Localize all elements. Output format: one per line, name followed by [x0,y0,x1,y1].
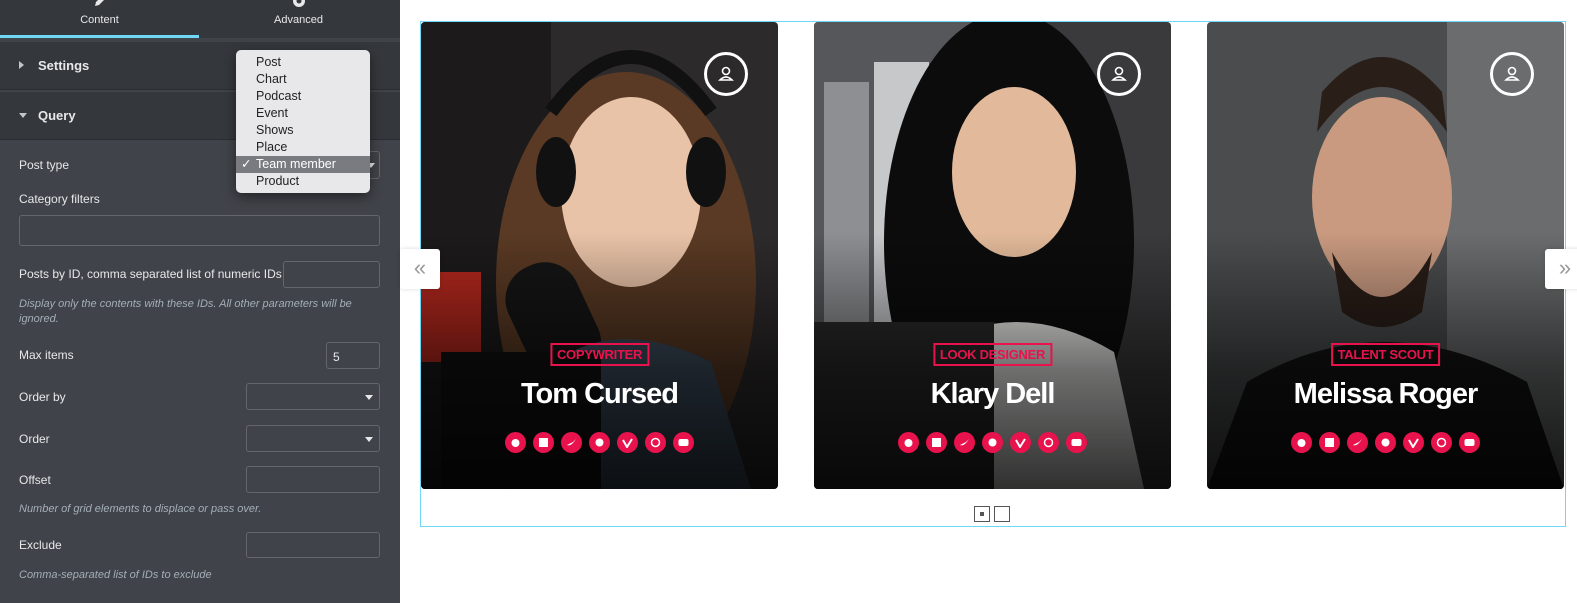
post-type-option-product[interactable]: Product [236,173,370,190]
twitter-icon[interactable] [1347,432,1368,453]
facebook-icon[interactable] [1319,432,1340,453]
panel-tabs: Content Advanced [0,0,400,38]
team-role-badge: LOOK DESIGNER [932,343,1053,366]
post-type-option-team-member[interactable]: ✓ Team member [236,156,370,173]
user-icon [1504,66,1520,81]
pencil-icon [94,0,104,6]
checkmark-icon: ✓ [241,157,252,171]
apple-icon[interactable] [505,432,526,453]
tab-content[interactable]: Content [0,0,199,38]
post-type-option-post[interactable]: Post [236,54,370,71]
user-icon [1111,66,1127,81]
team-card[interactable]: TALENT SCOUT Melissa Roger [1207,22,1564,489]
apple-icon[interactable] [898,432,919,453]
post-type-label: Post type [19,158,70,172]
team-card[interactable]: COPYWRITER Tom Cursed [421,22,778,489]
offset-label: Offset [19,473,51,487]
order-select[interactable] [246,425,380,452]
twitter-icon[interactable] [954,432,975,453]
post-type-dropdown-menu: Post Chart Podcast Event Shows Place ✓ T… [236,50,370,193]
pinterest-icon[interactable] [1375,432,1396,453]
category-filters-label: Category filters [19,192,100,206]
vimeo-icon[interactable] [1403,432,1424,453]
carousel-next-button[interactable]: » [1545,249,1577,289]
vimeo-icon[interactable] [617,432,638,453]
twitter-icon[interactable] [561,432,582,453]
tab-advanced-label: Advanced [274,14,323,26]
team-member-name: Melissa Roger [1293,378,1479,410]
vimeo-icon[interactable] [1010,432,1031,453]
posts-by-id-input[interactable] [283,261,380,288]
team-member-name: Klary Dell [930,378,1056,410]
pinterest-icon[interactable] [982,432,1003,453]
order-by-label: Order by [19,390,66,404]
post-type-option-shows[interactable]: Shows [236,122,370,139]
social-links [421,432,778,453]
wordpress-icon[interactable] [645,432,666,453]
facebook-icon[interactable] [533,432,554,453]
carousel-bullet-1[interactable] [974,506,990,522]
caret-down-icon [19,113,27,118]
section-query-title: Query [38,108,76,123]
youtube-icon[interactable] [673,432,694,453]
chevron-down-icon [365,437,373,442]
post-type-option-place[interactable]: Place [236,139,370,156]
team-member-name: Tom Cursed [520,378,679,410]
gear-icon [292,0,305,7]
order-label: Order [19,432,50,446]
double-chevron-left-icon: « [413,255,427,280]
max-items-label: Max items [19,348,74,362]
exclude-label: Exclude [19,538,62,552]
carousel-bullet-2[interactable] [994,506,1010,522]
carousel-prev-button[interactable]: « [400,249,440,289]
order-by-select[interactable] [246,383,380,410]
profile-link-button[interactable] [704,52,748,96]
facebook-icon[interactable] [926,432,947,453]
max-items-input[interactable]: 5 [326,342,380,369]
youtube-icon[interactable] [1459,432,1480,453]
category-filters-input[interactable] [19,215,380,246]
team-card[interactable]: LOOK DESIGNER Klary Dell [814,22,1171,489]
youtube-icon[interactable] [1066,432,1087,453]
pinterest-icon[interactable] [589,432,610,453]
offset-input[interactable] [246,466,380,493]
tab-advanced[interactable]: Advanced [199,0,398,38]
posts-by-id-note: Display only the contents with these IDs… [19,298,352,325]
profile-link-button[interactable] [1490,52,1534,96]
posts-by-id-label: Posts by ID, comma separated list of num… [19,267,282,281]
caret-right-icon [19,61,24,69]
double-chevron-right-icon: » [1558,255,1572,280]
chevron-down-icon [365,395,373,400]
post-type-option-chart[interactable]: Chart [236,71,370,88]
team-role-badge: TALENT SCOUT [1330,343,1441,366]
post-type-option-event[interactable]: Event [236,105,370,122]
section-settings-title: Settings [38,58,90,73]
apple-icon[interactable] [1291,432,1312,453]
wordpress-icon[interactable] [1431,432,1452,453]
wordpress-icon[interactable] [1038,432,1059,453]
editor-panel: Content Advanced Settings Query Post typ… [0,0,400,603]
exclude-input[interactable] [246,532,380,558]
user-icon [718,66,734,81]
post-type-option-podcast[interactable]: Podcast [236,88,370,105]
social-links [814,432,1171,453]
tab-content-label: Content [80,14,119,26]
team-role-badge: COPYWRITER [549,343,650,366]
exclude-note: Comma-separated list of IDs to exclude [19,569,212,581]
social-links [1207,432,1564,453]
profile-link-button[interactable] [1097,52,1141,96]
offset-note: Number of grid elements to displace or p… [19,503,262,515]
